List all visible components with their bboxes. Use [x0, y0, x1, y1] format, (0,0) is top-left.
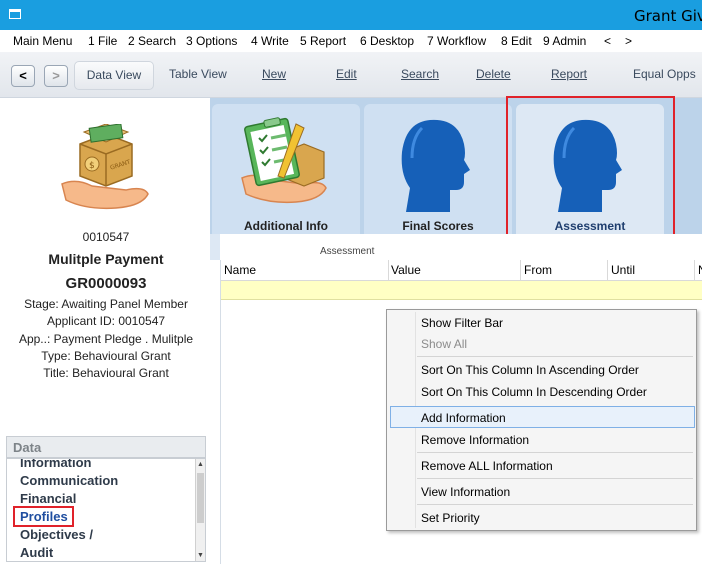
- menu-remove-all-information[interactable]: Remove ALL Information: [421, 459, 553, 473]
- record-name: Mulitple Payment: [48, 251, 164, 267]
- menu-scroll-right[interactable]: >: [625, 34, 632, 48]
- menu-options[interactable]: 3 Options: [186, 34, 237, 48]
- edit-button[interactable]: Edit: [336, 67, 357, 81]
- head-profile-icon: [401, 119, 470, 212]
- grid-caption: Assessment: [320, 246, 375, 257]
- menu-separator: [417, 356, 693, 357]
- record-type: Type: Behavioural Grant: [41, 349, 171, 363]
- menu-write[interactable]: 4 Write: [251, 34, 289, 48]
- menu-show-filter-bar[interactable]: Show Filter Bar: [421, 316, 503, 330]
- menu-show-all[interactable]: Show All: [421, 337, 467, 351]
- scroll-thumb[interactable]: [197, 473, 204, 523]
- menu-desktop[interactable]: 6 Desktop: [360, 34, 414, 48]
- data-item-information[interactable]: Information: [20, 459, 92, 470]
- app-window-icon: [9, 9, 21, 19]
- data-item-financial[interactable]: Financial: [20, 491, 76, 506]
- menu-report[interactable]: 5 Report: [300, 34, 346, 48]
- menu-search[interactable]: 2 Search: [128, 34, 176, 48]
- clipboard-grant-icon: [241, 117, 327, 204]
- menu-admin[interactable]: 9 Admin: [543, 34, 586, 48]
- menu-separator: [417, 452, 693, 453]
- title-bar: Grant Givin: [0, 0, 702, 30]
- menu-file[interactable]: 1 File: [88, 34, 117, 48]
- data-item-objectives[interactable]: Objectives /: [20, 527, 93, 542]
- record-application: App..: Payment Pledge . Mulitple: [18, 332, 194, 346]
- menu-separator: [417, 504, 693, 505]
- tab-final-scores[interactable]: Final Scores: [364, 104, 512, 234]
- toolbar: < > Data View Table View New Edit Search…: [0, 52, 702, 98]
- column-from[interactable]: From: [524, 263, 552, 277]
- scroll-down-icon[interactable]: ▼: [197, 552, 204, 559]
- table-view-button[interactable]: Table View: [169, 67, 227, 81]
- data-list-scrollbar[interactable]: ▲ ▼: [195, 459, 205, 561]
- column-value[interactable]: Value: [391, 263, 421, 277]
- new-row-placeholder[interactable]: [221, 281, 702, 300]
- profiles-highlight-box: [13, 506, 74, 527]
- menu-workflow[interactable]: 7 Workflow: [427, 34, 486, 48]
- record-summary-panel: $ GRANT 0010547 Mulitple Payment GR00000…: [6, 104, 206, 434]
- assessment-highlight-box: [506, 96, 675, 239]
- equal-opps-button[interactable]: Equal Opps: [633, 67, 696, 81]
- data-view-button[interactable]: Data View: [74, 61, 154, 90]
- scroll-up-icon[interactable]: ▲: [197, 461, 204, 468]
- new-button[interactable]: New: [262, 67, 286, 81]
- grant-box-hand-icon: $ GRANT: [61, 124, 149, 210]
- menu-view-information[interactable]: View Information: [421, 485, 510, 499]
- menu-bar: Main Menu 1 File 2 Search 3 Options 4 Wr…: [0, 30, 702, 52]
- record-applicant-id: Applicant ID: 0010547: [46, 314, 166, 328]
- context-menu: Show Filter Bar Show All Sort On This Co…: [386, 309, 697, 531]
- record-title: Title: Behavioural Grant: [43, 366, 169, 380]
- column-until[interactable]: Until: [611, 263, 635, 277]
- record-stage: Stage: Awaiting Panel Member: [24, 297, 188, 311]
- menu-remove-information[interactable]: Remove Information: [421, 433, 529, 447]
- menu-sort-ascending[interactable]: Sort On This Column In Ascending Order: [421, 363, 639, 377]
- grid-header: Name Value From Until N: [221, 260, 702, 300]
- search-button[interactable]: Search: [401, 67, 439, 81]
- grid-caption-row: Assessment: [210, 234, 702, 260]
- tab-final-scores-label: Final Scores: [402, 219, 474, 233]
- svg-text:$: $: [89, 161, 95, 171]
- menu-separator: [417, 478, 693, 479]
- record-id: 0010547: [82, 230, 130, 244]
- forward-button[interactable]: >: [44, 65, 68, 87]
- menu-sort-descending[interactable]: Sort On This Column In Descending Order: [421, 385, 647, 399]
- data-item-communication[interactable]: Communication: [20, 473, 118, 488]
- tab-additional-info[interactable]: Additional Info: [212, 104, 360, 234]
- menu-set-priority[interactable]: Set Priority: [421, 511, 480, 525]
- data-item-audit[interactable]: Audit: [20, 545, 53, 560]
- report-button[interactable]: Report: [551, 67, 587, 81]
- menu-edit[interactable]: 8 Edit: [501, 34, 532, 48]
- grant-reference: GR0000093: [65, 275, 147, 292]
- tab-additional-info-label: Additional Info: [244, 219, 328, 233]
- window-title: Grant Givin: [634, 7, 702, 25]
- menu-scroll-left[interactable]: <: [604, 34, 611, 48]
- data-section-header[interactable]: Data: [6, 436, 206, 458]
- menu-add-information[interactable]: Add Information: [421, 411, 506, 425]
- column-n[interactable]: N: [698, 263, 702, 277]
- menu-main[interactable]: Main Menu: [13, 34, 72, 48]
- back-button[interactable]: <: [11, 65, 35, 87]
- delete-button[interactable]: Delete: [476, 67, 511, 81]
- column-name[interactable]: Name: [224, 263, 256, 277]
